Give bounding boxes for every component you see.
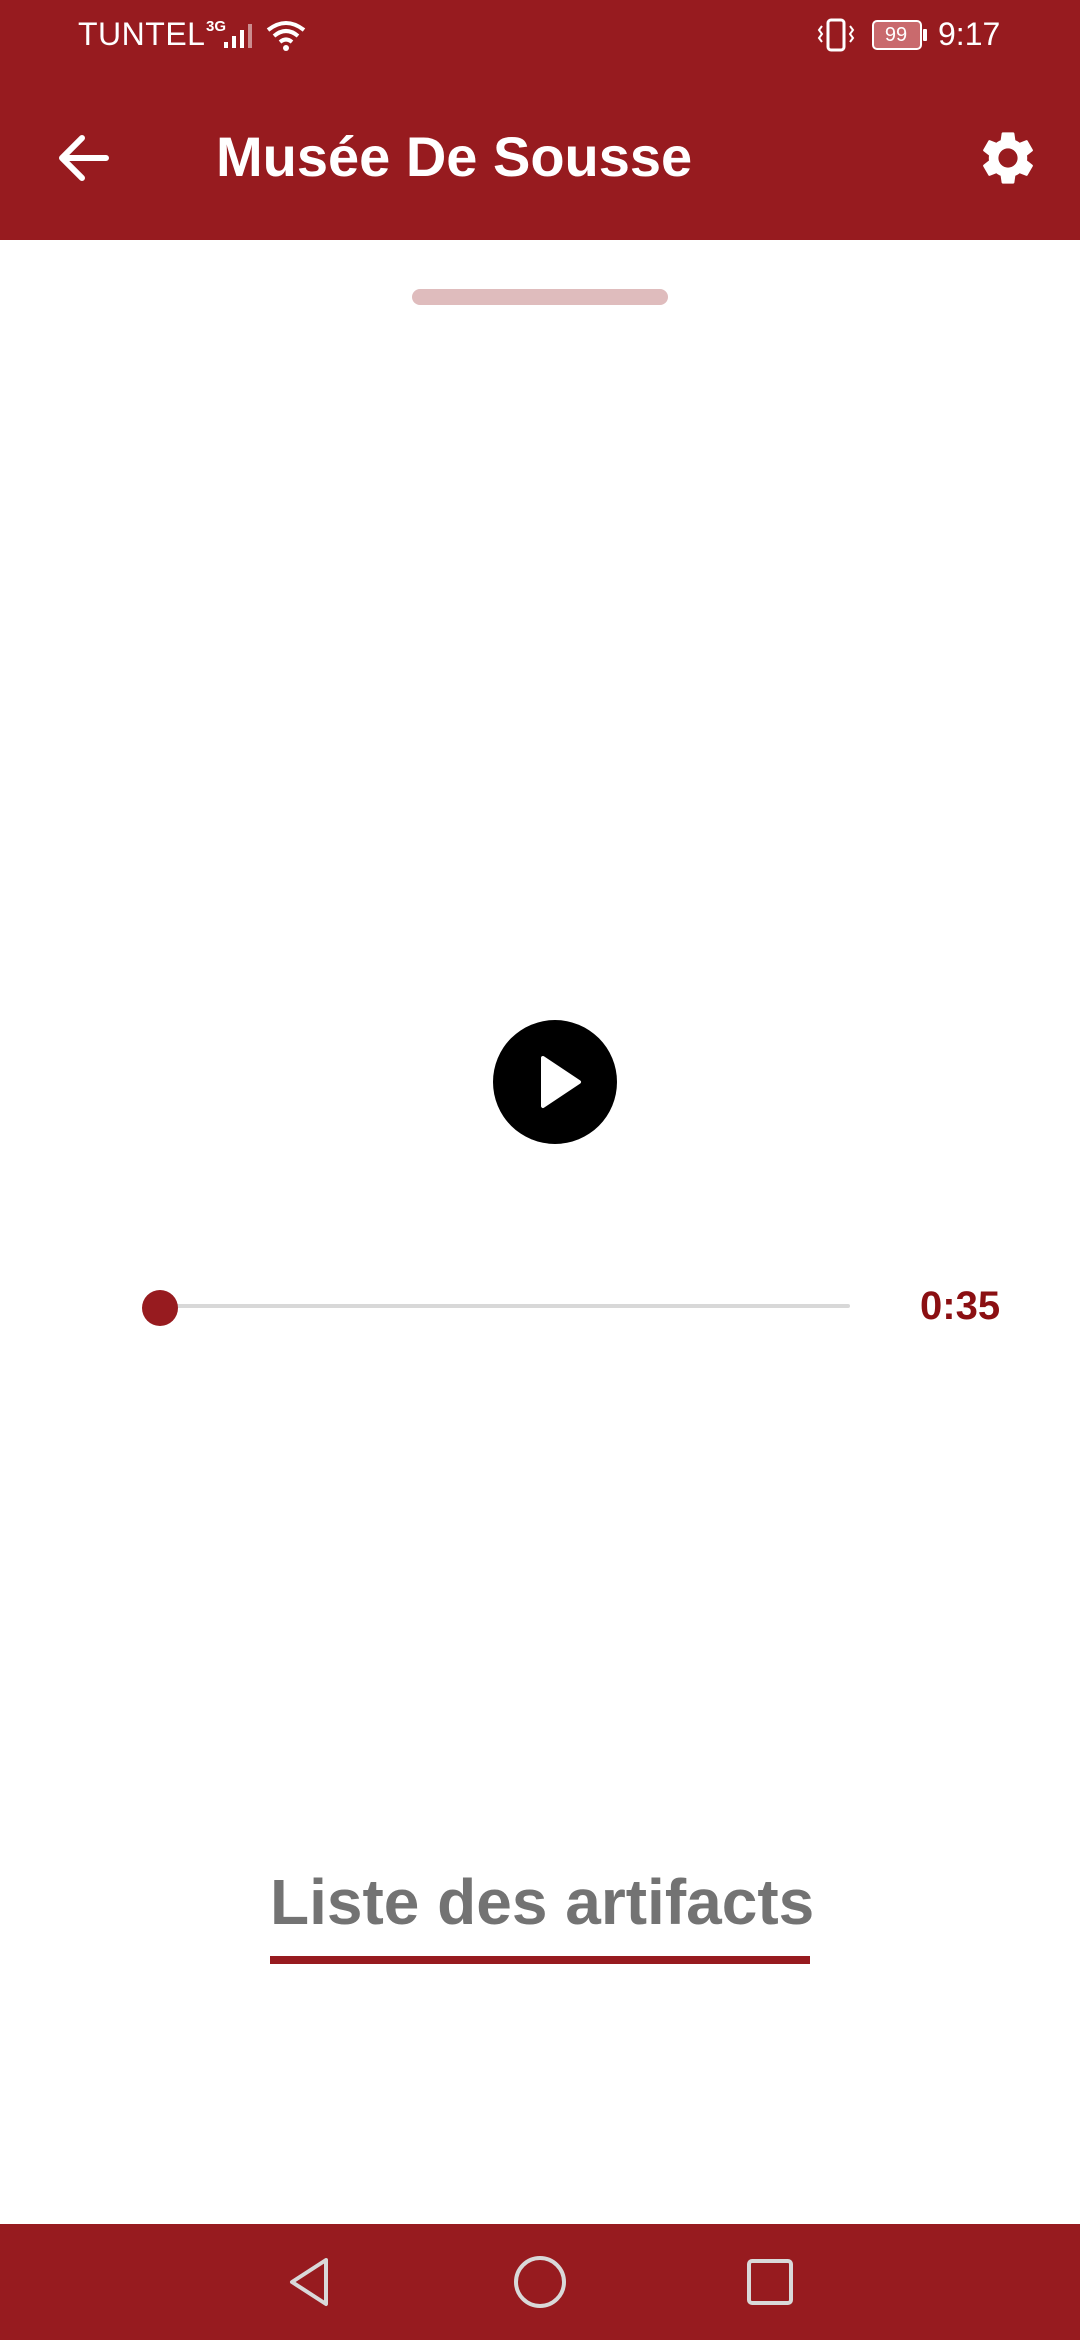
tab-indicator <box>270 1956 810 1964</box>
triangle-back-icon <box>290 2258 328 2306</box>
carrier-name: TUNTEL <box>78 16 206 52</box>
page-title: Musée De Sousse <box>216 125 693 188</box>
top-app-bar: TUNTEL 3G 99 9:17 Musée De Sousse <box>0 0 1080 240</box>
nav-recents-button[interactable] <box>740 2252 800 2312</box>
signal-icon <box>224 24 252 48</box>
circle-home-icon <box>514 2256 566 2308</box>
tab-artifacts-list[interactable]: Liste des artifacts <box>270 1864 814 1940</box>
battery-level: 99 <box>884 24 908 46</box>
settings-button[interactable] <box>976 126 1040 190</box>
vibrate-icon <box>817 18 855 52</box>
bottom-sheet-handle[interactable] <box>412 289 668 305</box>
gear-icon <box>983 132 1033 184</box>
nav-back-button[interactable] <box>280 2252 340 2312</box>
status-bar: TUNTEL 3G 99 9:17 <box>0 0 1080 72</box>
square-recents-icon <box>747 2259 793 2305</box>
system-navigation-bar <box>0 2224 1080 2340</box>
play-button[interactable] <box>493 1020 617 1144</box>
audio-duration: 0:35 <box>920 1284 1001 1328</box>
back-button[interactable] <box>52 126 116 190</box>
arrow-left-icon <box>59 135 109 181</box>
clock: 9:17 <box>938 16 1001 52</box>
progress-track <box>160 1304 850 1308</box>
play-icon <box>541 1056 581 1108</box>
wifi-icon <box>266 21 306 51</box>
progress-thumb[interactable] <box>142 1290 178 1326</box>
audio-progress-slider[interactable] <box>142 1290 850 1326</box>
nav-home-button[interactable] <box>510 2252 570 2312</box>
